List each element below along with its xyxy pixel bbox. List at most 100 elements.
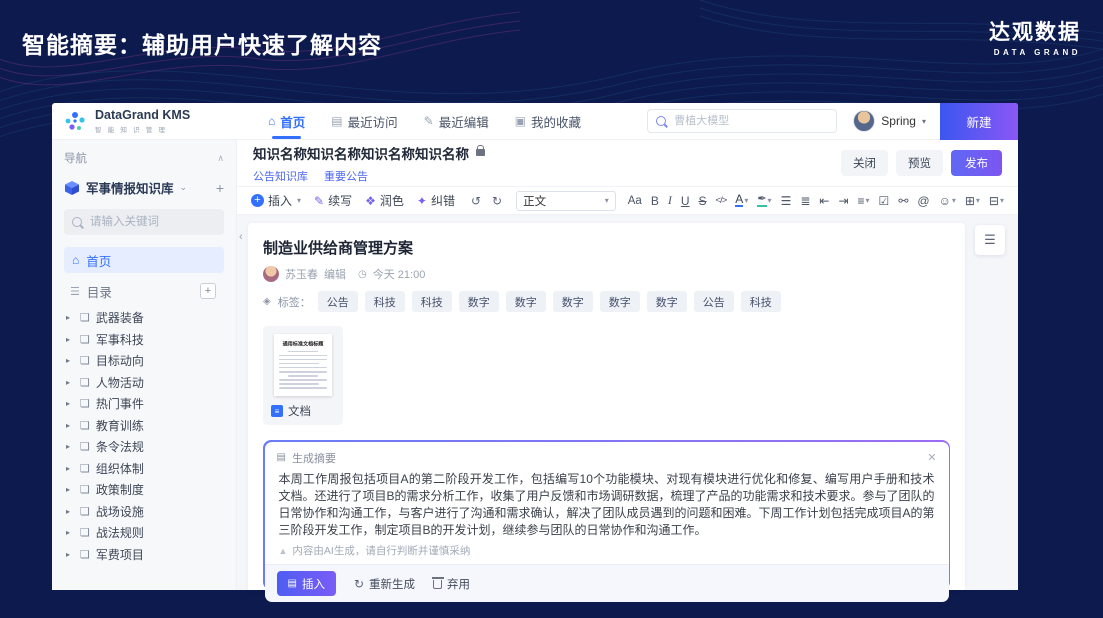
sidebar-tree-item[interactable]: ▸ ❏ 教育训练 xyxy=(64,415,224,437)
caret-right-icon[interactable]: ▸ xyxy=(66,356,74,365)
caret-right-icon[interactable]: ▸ xyxy=(66,528,74,537)
tag-chip[interactable]: 公告 xyxy=(318,291,358,312)
italic-icon[interactable]: I xyxy=(668,193,672,208)
nav-item-recent-edits[interactable]: ✎ 最近编辑 xyxy=(424,103,489,139)
proofread-button[interactable]: ✦ 纠错 xyxy=(417,192,455,209)
knowledge-base-selector[interactable]: 军事情报知识库 ⌄ + xyxy=(64,178,224,197)
preview-button[interactable]: 预览 xyxy=(896,150,943,176)
sidebar-tree-item[interactable]: ▸ ❏ 目标动向 xyxy=(64,350,224,372)
align-icon[interactable]: ≡ ▾ xyxy=(858,194,870,208)
caret-right-icon[interactable]: ▸ xyxy=(66,399,74,408)
slide-title: 智能摘要：辅助用户快速了解内容 xyxy=(22,26,382,60)
tag-chip[interactable]: 数字 xyxy=(553,291,593,312)
sidebar-tree-item[interactable]: ▸ ❏ 武器装备 xyxy=(64,307,224,329)
insert-summary-button[interactable]: ▤ 插入 xyxy=(277,571,336,596)
continue-writing-button[interactable]: ✎ 续写 xyxy=(314,192,352,209)
close-doc-button[interactable]: 关闭 xyxy=(841,150,888,176)
caret-right-icon[interactable]: ▸ xyxy=(66,550,74,559)
caret-right-icon[interactable]: ▸ xyxy=(66,464,74,473)
table-icon[interactable]: ⊞ ▾ xyxy=(965,194,980,208)
more-tools-icon[interactable]: ⊟ ▾ xyxy=(989,194,1004,208)
tag-chip[interactable]: 数字 xyxy=(506,291,546,312)
app-logo[interactable]: DataGrand KMS 智 能 知 识 管 理 xyxy=(52,108,224,134)
sidebar-tree-item[interactable]: ▸ ❏ 政策制度 xyxy=(64,479,224,501)
book-icon: ❏ xyxy=(80,505,90,518)
task-list-icon[interactable]: ☑ xyxy=(879,194,890,208)
sidebar-search-input[interactable] xyxy=(88,215,216,229)
code-icon[interactable]: </> xyxy=(716,195,727,206)
sidebar-tree-item[interactable]: ▸ ❏ 组织体制 xyxy=(64,458,224,480)
sidebar-item-directory[interactable]: ☰ 目录 + xyxy=(64,279,224,303)
outline-button[interactable]: ☰ xyxy=(975,225,1005,255)
slide: 智能摘要：辅助用户快速了解内容 达观数据 DATA GRAND DataGran… xyxy=(0,0,1103,618)
regenerate-button[interactable]: ↻ 重新生成 xyxy=(354,576,415,592)
redo-icon[interactable]: ↻ xyxy=(492,194,502,208)
undo-icon[interactable]: ↺ xyxy=(471,194,481,208)
editor-paper[interactable]: 制造业供给商管理方案 苏玉春 编辑 ◷ 今天 21:00 ◈ 标签： xyxy=(248,223,965,590)
book-icon: ❏ xyxy=(80,311,90,324)
tag-chip[interactable]: 数字 xyxy=(647,291,687,312)
tag-chip[interactable]: 数字 xyxy=(600,291,640,312)
underline-icon[interactable]: U xyxy=(681,194,690,208)
breadcrumb-tab-announcement-kb[interactable]: 公告知识库 xyxy=(253,168,308,184)
discard-button[interactable]: 弃用 xyxy=(433,576,470,592)
tag-chip[interactable]: 数字 xyxy=(459,291,499,312)
global-search-input[interactable] xyxy=(672,114,828,128)
sidebar-item-home[interactable]: ⌂ 首页 xyxy=(64,247,224,273)
font-color-icon[interactable]: A ▾ xyxy=(735,194,748,207)
bold-icon[interactable]: B xyxy=(651,194,659,208)
global-search[interactable] xyxy=(647,109,837,133)
caret-right-icon[interactable]: ▸ xyxy=(66,485,74,494)
sidebar-tree-item[interactable]: ▸ ❏ 战法规则 xyxy=(64,522,224,544)
mention-icon[interactable]: @ xyxy=(917,194,929,208)
attachment-card[interactable]: 通用标准文档标题 xyxy=(263,326,343,425)
ordered-list-icon[interactable]: ☰ xyxy=(781,194,792,208)
ai-tool-label: 纠错 xyxy=(431,192,455,209)
highlight-icon[interactable]: ✒ ▾ xyxy=(757,194,771,207)
sidebar-tree-item[interactable]: ▸ ❏ 热门事件 xyxy=(64,393,224,415)
tag-chip[interactable]: 科技 xyxy=(741,291,781,312)
ai-tool-icon: + xyxy=(251,194,264,207)
publish-button[interactable]: 发布 xyxy=(951,150,1002,176)
sidebar-tree-item[interactable]: ▸ ❏ 军费项目 xyxy=(64,544,224,566)
tag-chip[interactable]: 科技 xyxy=(365,291,405,312)
outdent-icon[interactable]: ⇤ xyxy=(819,194,829,208)
user-menu[interactable]: Spring ▾ xyxy=(853,110,926,132)
sidebar-tree-item[interactable]: ▸ ❏ 条令法规 xyxy=(64,436,224,458)
nav-item-favorites[interactable]: ▣ 我的收藏 xyxy=(515,103,581,139)
sidebar-tree-item[interactable]: ▸ ❏ 战场设施 xyxy=(64,501,224,523)
insert-menu-button[interactable]: + 插入 ▾ xyxy=(251,192,301,209)
brand-subtitle: DATA GRAND xyxy=(989,48,1081,57)
polish-button[interactable]: ❖ 润色 xyxy=(365,192,404,209)
unordered-list-icon[interactable]: ≣ xyxy=(800,194,810,208)
tag-chip[interactable]: 科技 xyxy=(412,291,452,312)
sidebar-tree-item[interactable]: ▸ ❏ 军事科技 xyxy=(64,329,224,351)
paragraph-style-select[interactable]: 正文 ▾ xyxy=(516,191,616,211)
caret-right-icon[interactable]: ▸ xyxy=(66,421,74,430)
add-knowledge-base-button[interactable]: + xyxy=(216,180,224,196)
caret-right-icon[interactable]: ▸ xyxy=(66,507,74,516)
indent-icon[interactable]: ⇥ xyxy=(838,194,848,208)
editor-toolbar: + 插入 ▾ ✎ 续写 ❖ 润色 xyxy=(237,186,1018,215)
link-icon[interactable]: ⚯ xyxy=(898,194,908,208)
tag-chip[interactable]: 公告 xyxy=(694,291,734,312)
close-icon[interactable]: ✕ xyxy=(927,451,936,464)
breadcrumb-tab-important-announcement[interactable]: 重要公告 xyxy=(324,168,368,184)
strikethrough-icon[interactable]: S xyxy=(699,194,707,208)
emoji-icon[interactable]: ☺ ▾ xyxy=(939,194,956,208)
sidebar-tree-item[interactable]: ▸ ❏ 人物活动 xyxy=(64,372,224,394)
caret-right-icon[interactable]: ▸ xyxy=(66,335,74,344)
nav-item-home[interactable]: ⌂ 首页 xyxy=(268,103,305,139)
caret-right-icon[interactable]: ▸ xyxy=(66,313,74,322)
font-size-icon[interactable]: Aa xyxy=(628,195,642,207)
user-avatar[interactable] xyxy=(853,110,875,132)
sidebar-search[interactable] xyxy=(64,209,224,235)
nav-item-recent-visits[interactable]: ▤ 最近访问 xyxy=(331,103,397,139)
caret-right-icon[interactable]: ▸ xyxy=(66,442,74,451)
new-button[interactable]: 新建 xyxy=(940,103,1018,140)
caret-right-icon[interactable]: ▸ xyxy=(66,378,74,387)
chevron-up-icon[interactable]: ∧ xyxy=(217,153,224,164)
collapse-panel-handle[interactable]: ‹ xyxy=(239,231,243,243)
book-icon: ❏ xyxy=(80,548,90,561)
add-directory-button[interactable]: + xyxy=(200,283,216,299)
